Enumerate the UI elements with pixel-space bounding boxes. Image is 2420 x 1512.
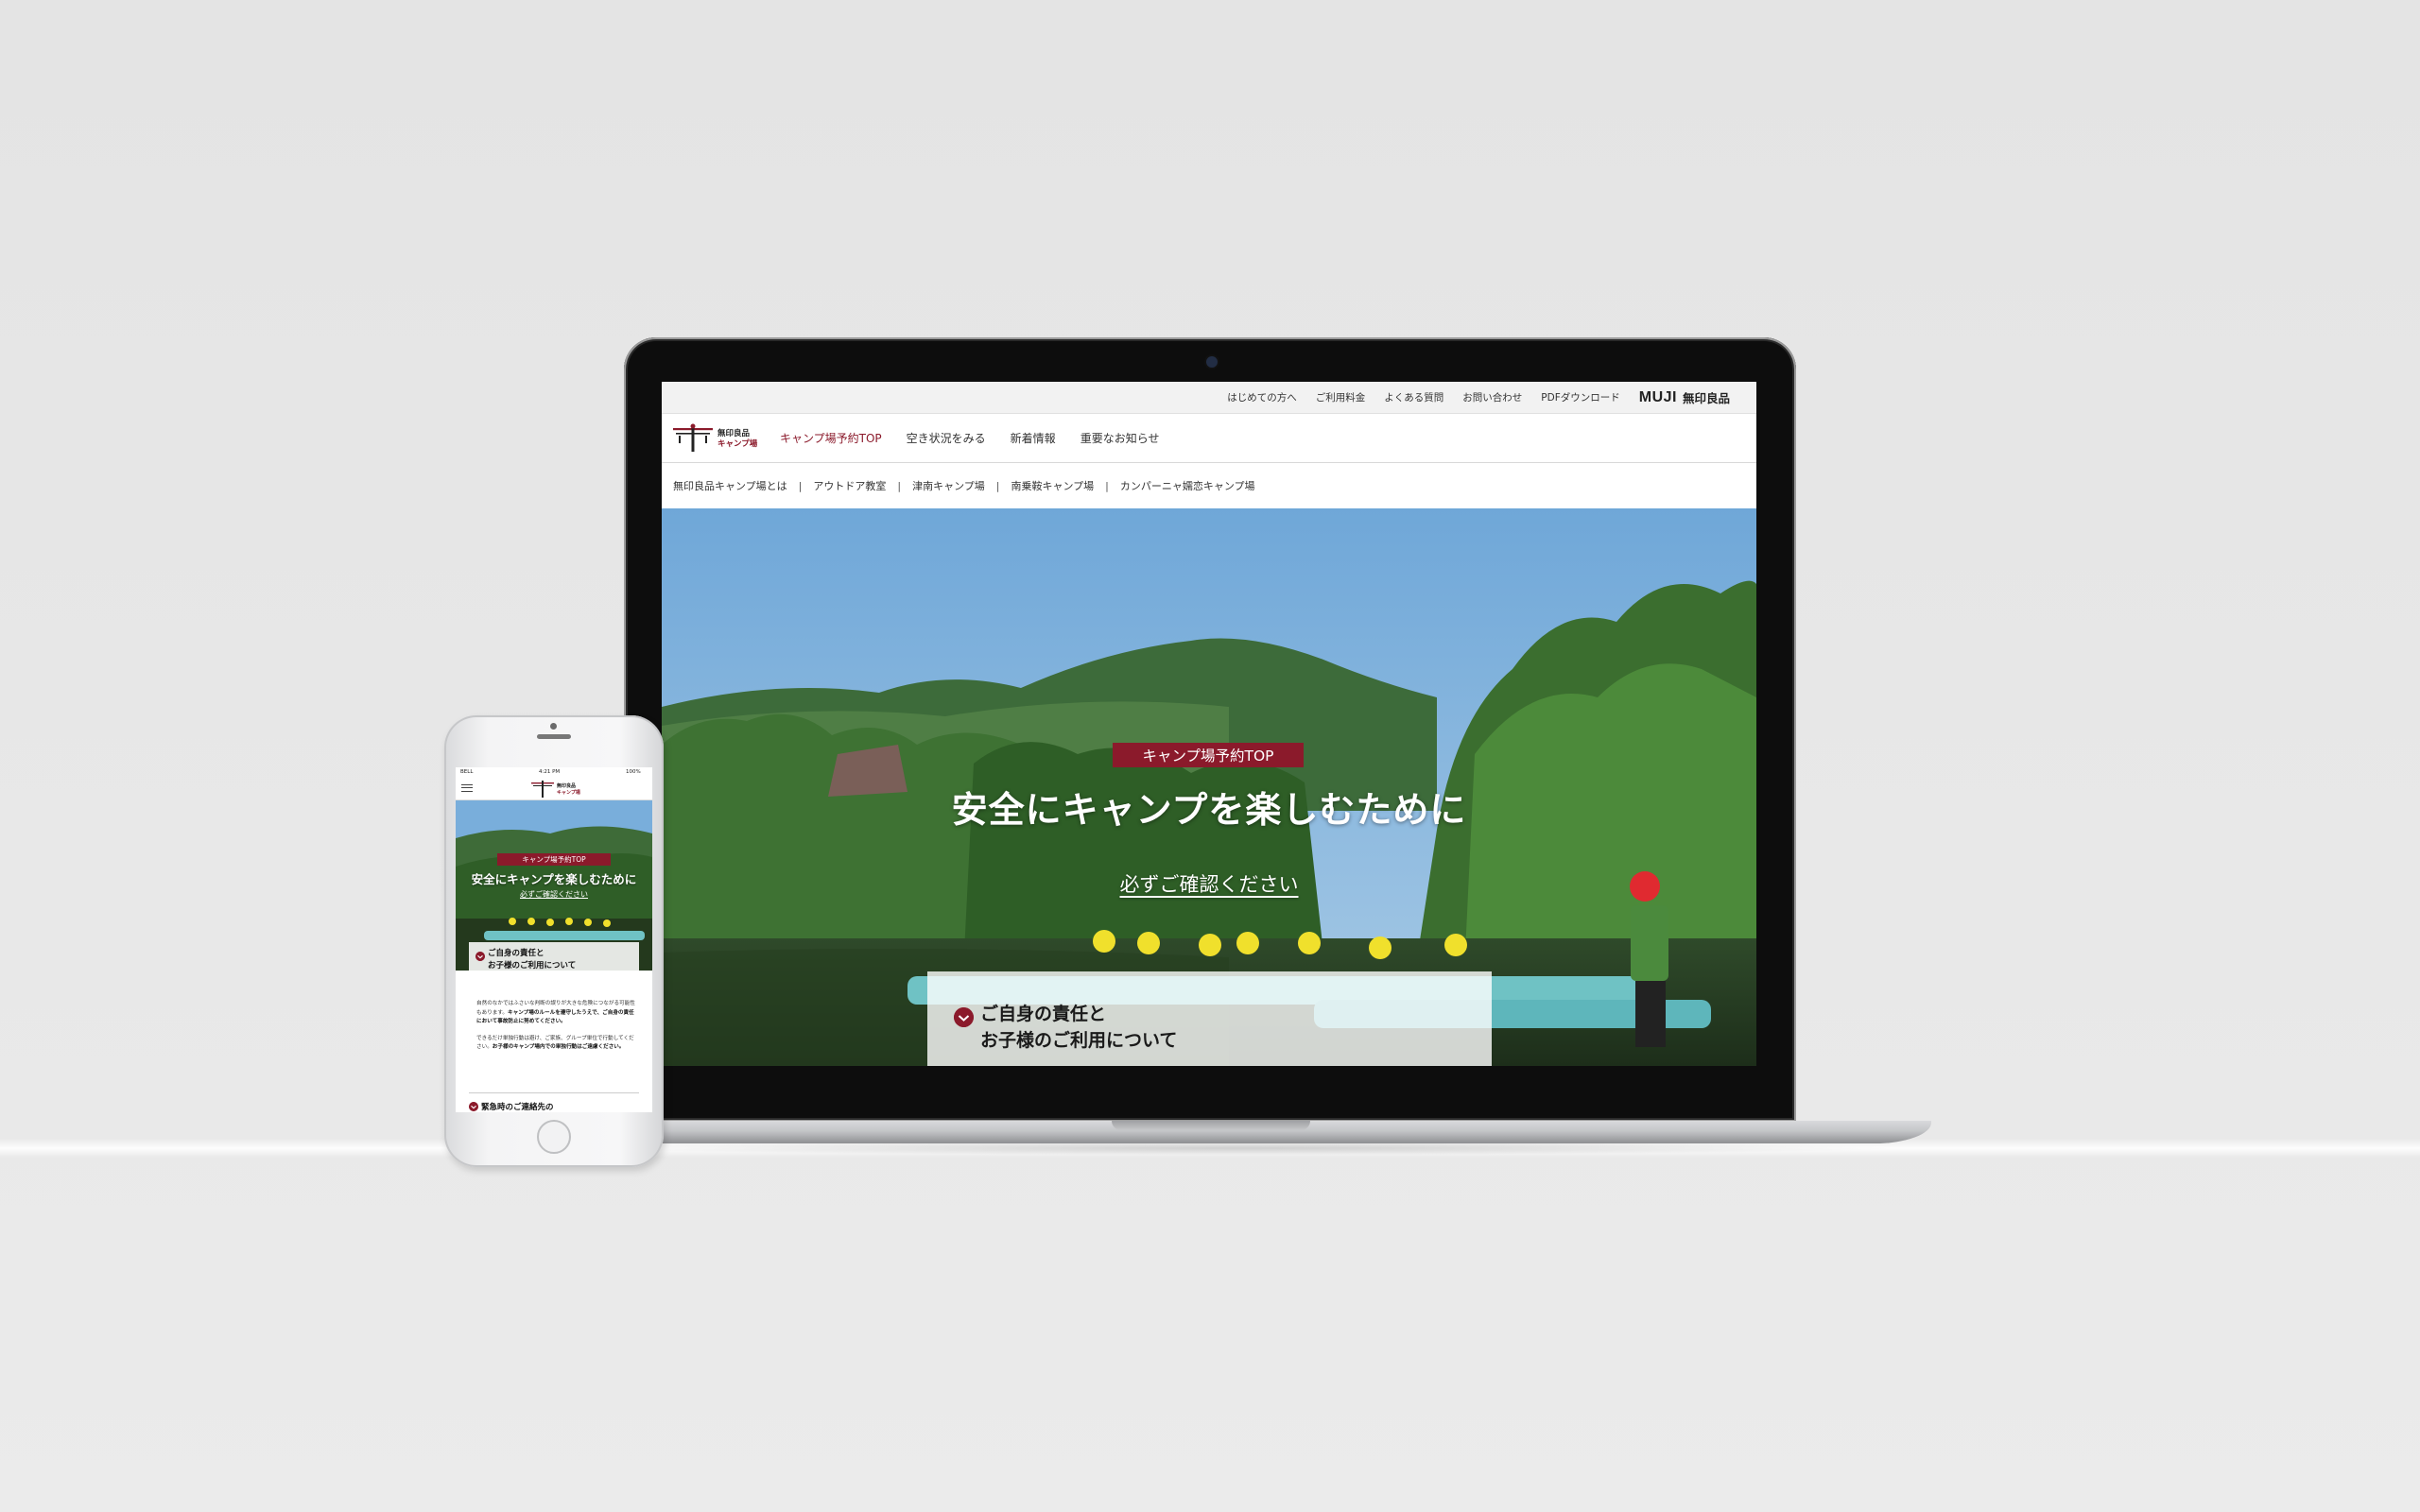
phone-check-circle-icon (475, 952, 485, 961)
phone-paragraph-1: 自然のなかではふさいな判断の誤りが大きな危険につながる可能性もあります。キャンプ… (476, 1000, 635, 1027)
laptop-notch (1112, 1121, 1310, 1130)
hero-label: キャンプ場予約TOP (1113, 743, 1304, 767)
util-link-first-time[interactable]: はじめての方へ (1227, 390, 1297, 404)
muji-logo-jp[interactable]: 無印良品 (1683, 388, 1730, 406)
phone-logo-line2: キャンプ場 (557, 789, 580, 796)
battery-label: 100% (626, 769, 641, 775)
notice-card[interactable]: ご自身の責任と お子様のご利用について (927, 971, 1492, 1066)
utility-bar: はじめての方へ ご利用料金 よくある質問 お問い合わせ PDFダウンロード MU… (662, 382, 1756, 414)
home-button[interactable] (537, 1120, 571, 1154)
util-link-contact[interactable]: お問い合わせ (1462, 390, 1522, 404)
phone-hero-title: 安全にキャンプを楽しむために (471, 872, 637, 886)
main-nav: 無印良品 キャンプ場 キャンプ場予約TOP 空き状況をみる 新着情報 重要なお知… (662, 414, 1756, 463)
muji-logo-text[interactable]: MUJI (1639, 389, 1677, 406)
camp-logo[interactable]: 無印良品 キャンプ場 (673, 423, 758, 454)
nav-item-news[interactable]: 新着情報 (1011, 430, 1056, 446)
phone-camera-icon (550, 723, 557, 730)
subnav-about[interactable]: 無印良品キャンプ場とは (673, 478, 787, 493)
subnav-separator: | (897, 479, 902, 492)
phone-logo-line1: 無印良品 (557, 782, 576, 789)
util-link-faq[interactable]: よくある質問 (1384, 390, 1443, 404)
mockup-stage: はじめての方へ ご利用料金 よくある質問 お問い合わせ PDFダウンロード MU… (0, 0, 2420, 1512)
nav-item-camp-top[interactable]: キャンプ場予約TOP (780, 430, 882, 446)
subnav-outdoor-class[interactable]: アウトドア教室 (813, 478, 886, 493)
hamburger-menu-icon[interactable] (461, 784, 473, 792)
phone-body-text: 自然のなかではふさいな判断の誤りが大きな危険につながる可能性もあります。キャンプ… (476, 1000, 635, 1060)
sub-nav: 無印良品キャンプ場とは | アウトドア教室 | 津南キャンプ場 | 南乗鞍キャン… (662, 463, 1756, 508)
hero-section: キャンプ場予約TOP 安全にキャンプを楽しむために 必ずご確認ください ご自身の… (662, 508, 1756, 1066)
phone-header: 無印良品 キャンプ場 (456, 777, 652, 800)
laptop-shadow (586, 1142, 1900, 1155)
camera-icon (1206, 356, 1218, 368)
util-link-pdf[interactable]: PDFダウンロード (1541, 390, 1619, 404)
subnav-minaminorikura[interactable]: 南乗鞍キャンプ場 (1011, 478, 1095, 493)
logo-text-line2: キャンプ場 (717, 438, 758, 449)
phone-device: BELL 4:21 PM 100% 無印良品 キャンプ場 キャンプ場予約TOP … (444, 715, 664, 1167)
logo-text-line1: 無印良品 (717, 428, 751, 438)
phone-speaker (537, 734, 571, 739)
subnav-separator: | (995, 479, 1000, 492)
laptop-base (554, 1121, 1931, 1143)
phone-notice-title: ご自身の責任と お子様のご利用について (488, 949, 577, 971)
nav-item-availability[interactable]: 空き状況をみる (907, 430, 986, 446)
subnav-separator: | (1105, 479, 1109, 492)
nav-item-important[interactable]: 重要なお知らせ (1080, 430, 1160, 446)
nav-items: キャンプ場予約TOP 空き状況をみる 新着情報 重要なお知らせ (780, 414, 1159, 462)
phone-hero: キャンプ場予約TOP 安全にキャンプを楽しむために 必ずご確認ください ご自身の… (456, 800, 652, 971)
phone-hero-confirm-link[interactable]: 必ずご確認ください (456, 889, 652, 900)
phone-screen: BELL 4:21 PM 100% 無印良品 キャンプ場 キャンプ場予約TOP … (456, 767, 652, 1112)
utility-links: はじめての方へ ご利用料金 よくある質問 お問い合わせ PDFダウンロード MU… (1227, 382, 1730, 413)
clock-label: 4:21 PM (539, 769, 561, 775)
subnav-tsunan[interactable]: 津南キャンプ場 (912, 478, 985, 493)
phone-section-2-title: 緊急時のご連絡先の (481, 1103, 554, 1112)
util-link-pricing[interactable]: ご利用料金 (1316, 390, 1366, 404)
carrier-label: BELL (460, 769, 474, 775)
subnav-campagna[interactable]: カンパーニャ嬬恋キャンプ場 (1120, 478, 1255, 493)
phone-check-circle-icon (469, 1102, 478, 1111)
phone-p2-bold: お子様のキャンプ場内での単独行動はご遠慮ください。 (492, 1044, 625, 1050)
check-circle-icon (954, 1007, 974, 1027)
hero-title: 安全にキャンプを楽しむために (951, 789, 1467, 831)
phone-camp-logo[interactable]: 無印良品 キャンプ場 (531, 780, 580, 799)
phone-status-bar: BELL 4:21 PM 100% (456, 767, 652, 777)
phone-paragraph-2: できるだけ単独行動は避け、ご家族、グループ単位で行動してください。お子様のキャン… (476, 1035, 635, 1053)
subnav-separator: | (798, 479, 803, 492)
hero-confirm-link[interactable]: 必ずご確認ください (662, 869, 1756, 898)
phone-hero-label: キャンプ場予約TOP (497, 853, 611, 866)
phone-notice-card[interactable]: ご自身の責任と お子様のご利用について (469, 942, 639, 971)
phone-divider (469, 1092, 639, 1093)
laptop-screen: はじめての方へ ご利用料金 よくある質問 お問い合わせ PDFダウンロード MU… (662, 382, 1756, 1066)
notice-title: ご自身の責任と お子様のご利用について (980, 1004, 1178, 1051)
